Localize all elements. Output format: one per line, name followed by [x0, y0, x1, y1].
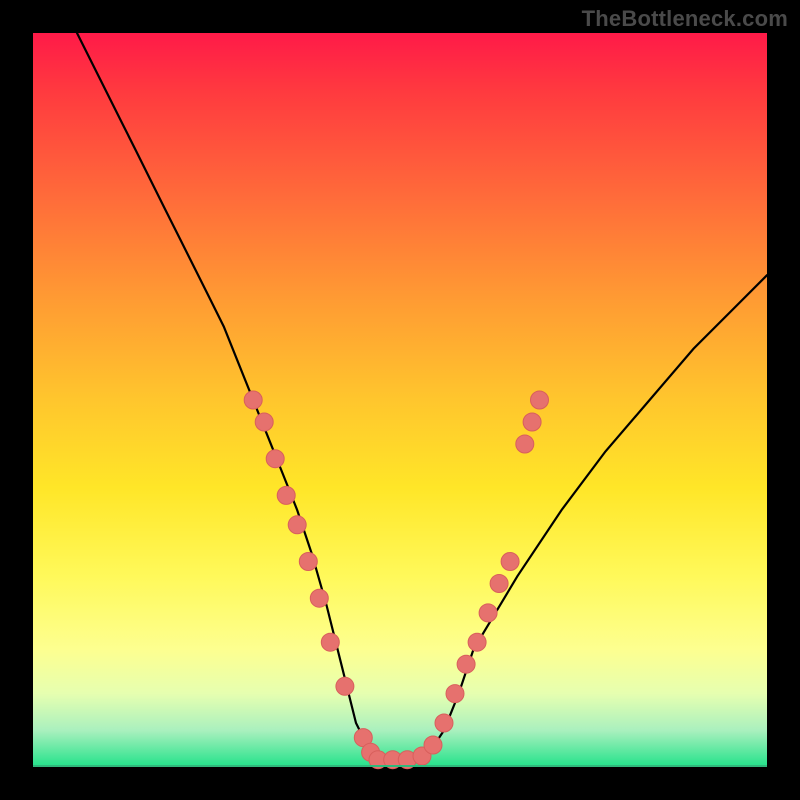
- marker-dot: [277, 486, 295, 504]
- watermark-text: TheBottleneck.com: [582, 6, 788, 32]
- curve-layer: [33, 33, 767, 767]
- marker-dot: [501, 553, 519, 571]
- marker-dot: [321, 633, 339, 651]
- marker-dot: [244, 391, 262, 409]
- marker-group: [244, 391, 548, 769]
- marker-dot: [336, 677, 354, 695]
- marker-dot: [435, 714, 453, 732]
- marker-dot: [424, 736, 442, 754]
- marker-dot: [523, 413, 541, 431]
- marker-dot: [531, 391, 549, 409]
- bottleneck-curve: [77, 33, 767, 760]
- bottleneck-curve-path: [77, 33, 767, 760]
- marker-dot: [516, 435, 534, 453]
- marker-dot: [288, 516, 306, 534]
- chart-frame: TheBottleneck.com: [0, 0, 800, 800]
- marker-dot: [457, 655, 475, 673]
- marker-dot: [479, 604, 497, 622]
- marker-dot: [299, 553, 317, 571]
- marker-dot: [490, 575, 508, 593]
- marker-dot: [446, 685, 464, 703]
- marker-dot: [310, 589, 328, 607]
- plot-area: [33, 33, 767, 767]
- marker-dot: [266, 450, 284, 468]
- marker-dot: [468, 633, 486, 651]
- marker-dot: [255, 413, 273, 431]
